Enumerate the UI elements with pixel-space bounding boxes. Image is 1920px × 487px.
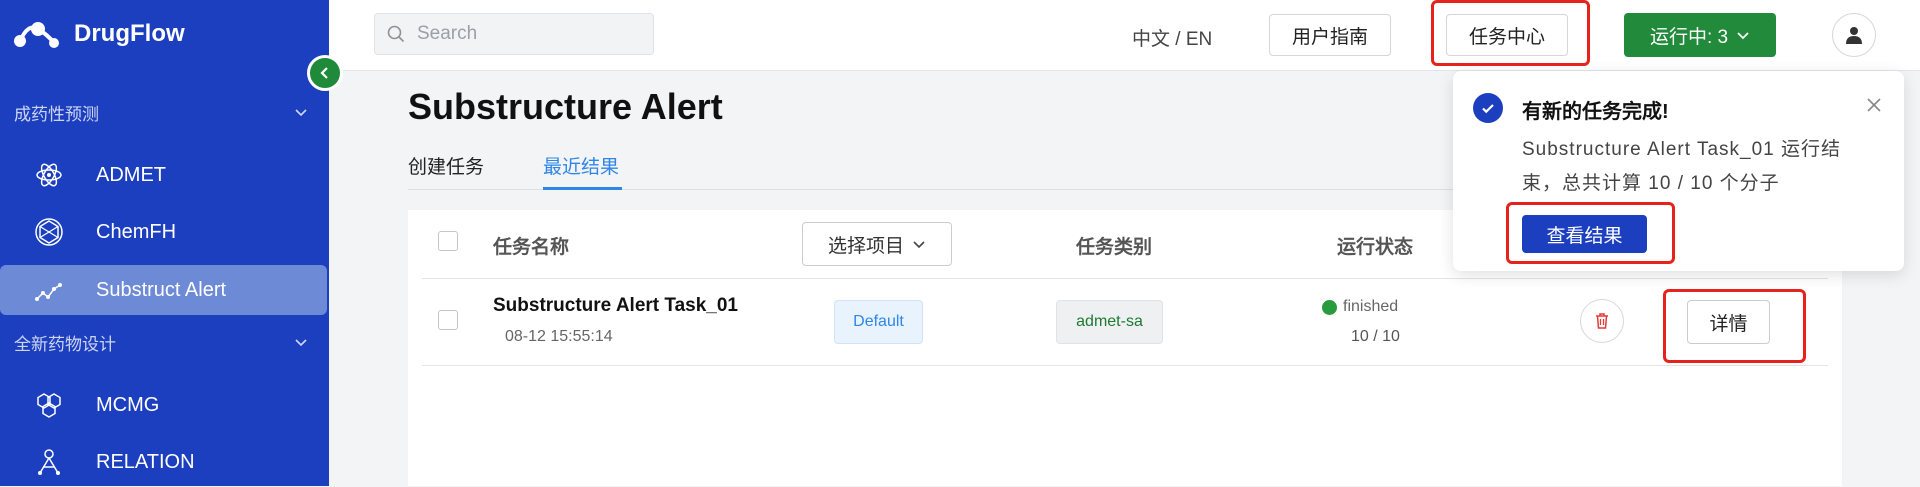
row-checkbox[interactable]	[438, 310, 458, 330]
user-avatar[interactable]	[1832, 13, 1876, 57]
chevron-down-icon	[1737, 32, 1749, 40]
sidebar-item-chemfh[interactable]: ChemFH	[0, 207, 329, 257]
drugflow-logo-icon	[14, 22, 59, 48]
tab-recent-results[interactable]: 最近结果	[543, 152, 619, 179]
sidebar-item-admet[interactable]: ADMET	[0, 150, 329, 200]
language-switch[interactable]: 中文 / EN	[1132, 24, 1212, 51]
sidebar-section-de-novo-design[interactable]: 全新药物设计	[0, 322, 329, 362]
chevron-left-icon	[320, 67, 328, 79]
project-select-label: 选择项目	[827, 235, 904, 257]
chevron-down-icon	[913, 241, 925, 249]
hexagon-icon	[34, 217, 64, 247]
chevron-down-icon	[295, 339, 307, 347]
column-header-task-name: 任务名称	[493, 237, 570, 258]
sidebar-item-label: MCMG	[96, 393, 160, 416]
project-tag: Default	[834, 300, 923, 344]
running-tasks-label: 运行中: 3	[1649, 26, 1729, 48]
logo[interactable]: DrugFlow	[12, 12, 185, 56]
search-input[interactable]	[415, 22, 635, 46]
search-icon	[387, 25, 405, 43]
table-row-divider	[422, 365, 1828, 366]
sidebar-section-label: 成药性预测	[14, 104, 99, 124]
status-text: finished	[1343, 298, 1399, 315]
task-complete-notification: 有新的任务完成! Substructure Alert Task_01 运行结束…	[1453, 71, 1904, 271]
sidebar-collapse-button[interactable]	[307, 55, 343, 91]
sidebar-item-label: RELATION	[96, 450, 195, 473]
sidebar-item-label: ADMET	[96, 163, 166, 186]
task-name[interactable]: Substructure Alert Task_01	[493, 295, 738, 317]
table-header-divider	[422, 278, 1828, 279]
sidebar-section-label: 全新药物设计	[14, 334, 116, 354]
molecule-chain-icon	[34, 275, 64, 305]
task-type-tag: admet-sa	[1056, 300, 1163, 344]
project-select[interactable]: 选择项目	[802, 222, 952, 266]
app-name: DrugFlow	[74, 20, 185, 47]
molecule-cluster-icon	[34, 390, 64, 420]
status-dot	[1322, 299, 1337, 315]
view-results-button[interactable]: 查看结果	[1522, 215, 1647, 253]
delete-button[interactable]	[1580, 299, 1624, 343]
column-header-task-type: 任务类别	[1076, 237, 1153, 258]
select-all-checkbox[interactable]	[438, 231, 458, 251]
status-badge: finished	[1322, 298, 1398, 316]
tab-create-task[interactable]: 创建任务	[408, 152, 484, 179]
sidebar-item-label: Substruct Alert	[96, 278, 227, 301]
check-circle-icon	[1473, 93, 1503, 123]
relation-icon	[34, 447, 64, 477]
task-time: 08-12 15:55:14	[505, 328, 613, 345]
sidebar-item-substruct-alert[interactable]: Substruct Alert	[0, 265, 327, 315]
notification-body: Substructure Alert Task_01 运行结束，总共计算 10 …	[1522, 139, 1841, 194]
page-title: Substructure Alert	[408, 86, 723, 127]
user-icon	[1846, 27, 1862, 44]
atom-icon	[34, 160, 64, 190]
sidebar-item-label: ChemFH	[96, 220, 177, 243]
detail-button[interactable]: 详情	[1687, 300, 1770, 344]
progress-count: 10 / 10	[1351, 328, 1400, 345]
sidebar: DrugFlow 成药性预测 ADMET ChemFH Substruct Al…	[0, 0, 329, 486]
sidebar-item-mcmg[interactable]: MCMG	[0, 380, 329, 430]
chevron-down-icon	[295, 109, 307, 117]
trash-icon	[1596, 313, 1608, 329]
search-box[interactable]	[374, 13, 654, 55]
task-center-button[interactable]: 任务中心	[1446, 14, 1568, 56]
column-header-run-status: 运行状态	[1337, 237, 1414, 258]
sidebar-item-relation[interactable]: RELATION	[0, 437, 329, 487]
running-tasks-button[interactable]: 运行中: 3	[1624, 13, 1776, 57]
close-icon[interactable]	[1864, 95, 1884, 115]
user-guide-button[interactable]: 用户指南	[1269, 14, 1391, 56]
top-bar: 中文 / EN 用户指南 任务中心 运行中: 3	[329, 0, 1920, 71]
active-tab-indicator	[543, 187, 622, 190]
notification-title: 有新的任务完成!	[1522, 101, 1669, 123]
sidebar-section-druggability[interactable]: 成药性预测	[0, 92, 329, 132]
